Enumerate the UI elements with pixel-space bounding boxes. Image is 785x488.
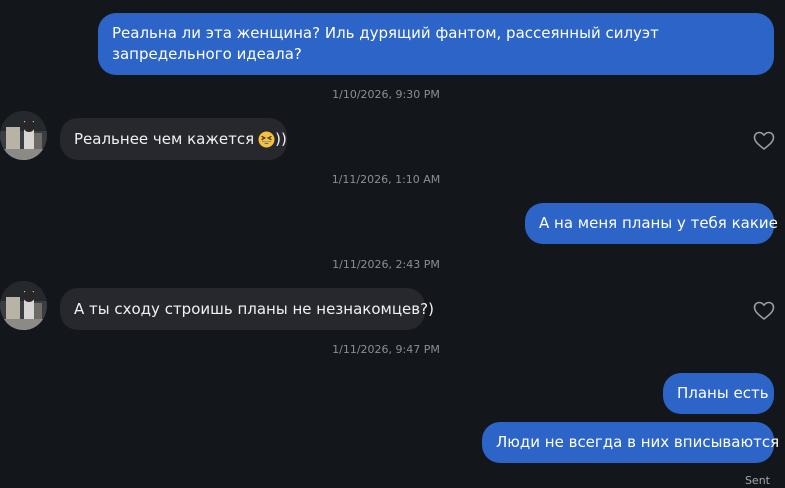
message-text: Планы есть	[677, 384, 769, 402]
message-text: Люди не всегда в них вписываются	[496, 433, 780, 451]
outgoing-message[interactable]: Реальна ли эта женщина? Иль дурящий фант…	[98, 13, 774, 75]
message-text: Реальнее чем кажется	[74, 129, 255, 148]
message-timestamp: 1/11/2026, 9:47 PM	[332, 343, 440, 356]
delivery-status: Sent	[744, 474, 770, 487]
conversation-thread: Реальна ли эта женщина? Иль дурящий фант…	[0, 0, 785, 488]
message-timestamp: 1/10/2026, 9:30 PM	[332, 88, 440, 101]
message-text: А ты сходу строишь планы не незнакомцев?…	[74, 299, 434, 318]
incoming-message[interactable]: А ты сходу строишь планы не незнакомцев?…	[60, 288, 434, 330]
heart-outline-icon[interactable]	[753, 131, 775, 151]
outgoing-message[interactable]: А на меня планы у тебя какие	[525, 203, 778, 244]
outgoing-message[interactable]: Люди не всегда в них вписываются	[482, 422, 779, 463]
message-text-suffix: ))	[275, 129, 287, 148]
message-text: Реальна ли эта женщина? Иль дурящий фант…	[112, 24, 659, 63]
outgoing-message[interactable]: Планы есть	[663, 373, 774, 414]
grinning-squinting-face-emoji	[258, 131, 275, 148]
contact-avatar[interactable]	[0, 111, 47, 160]
heart-outline-icon[interactable]	[753, 301, 775, 321]
message-text: А на меня планы у тебя какие	[539, 214, 778, 232]
message-timestamp: 1/11/2026, 2:43 PM	[332, 258, 440, 271]
message-timestamp: 1/11/2026, 1:10 AM	[331, 173, 441, 186]
incoming-message[interactable]: Реальнее чем кажется ))	[60, 118, 287, 160]
contact-avatar[interactable]	[0, 281, 47, 330]
